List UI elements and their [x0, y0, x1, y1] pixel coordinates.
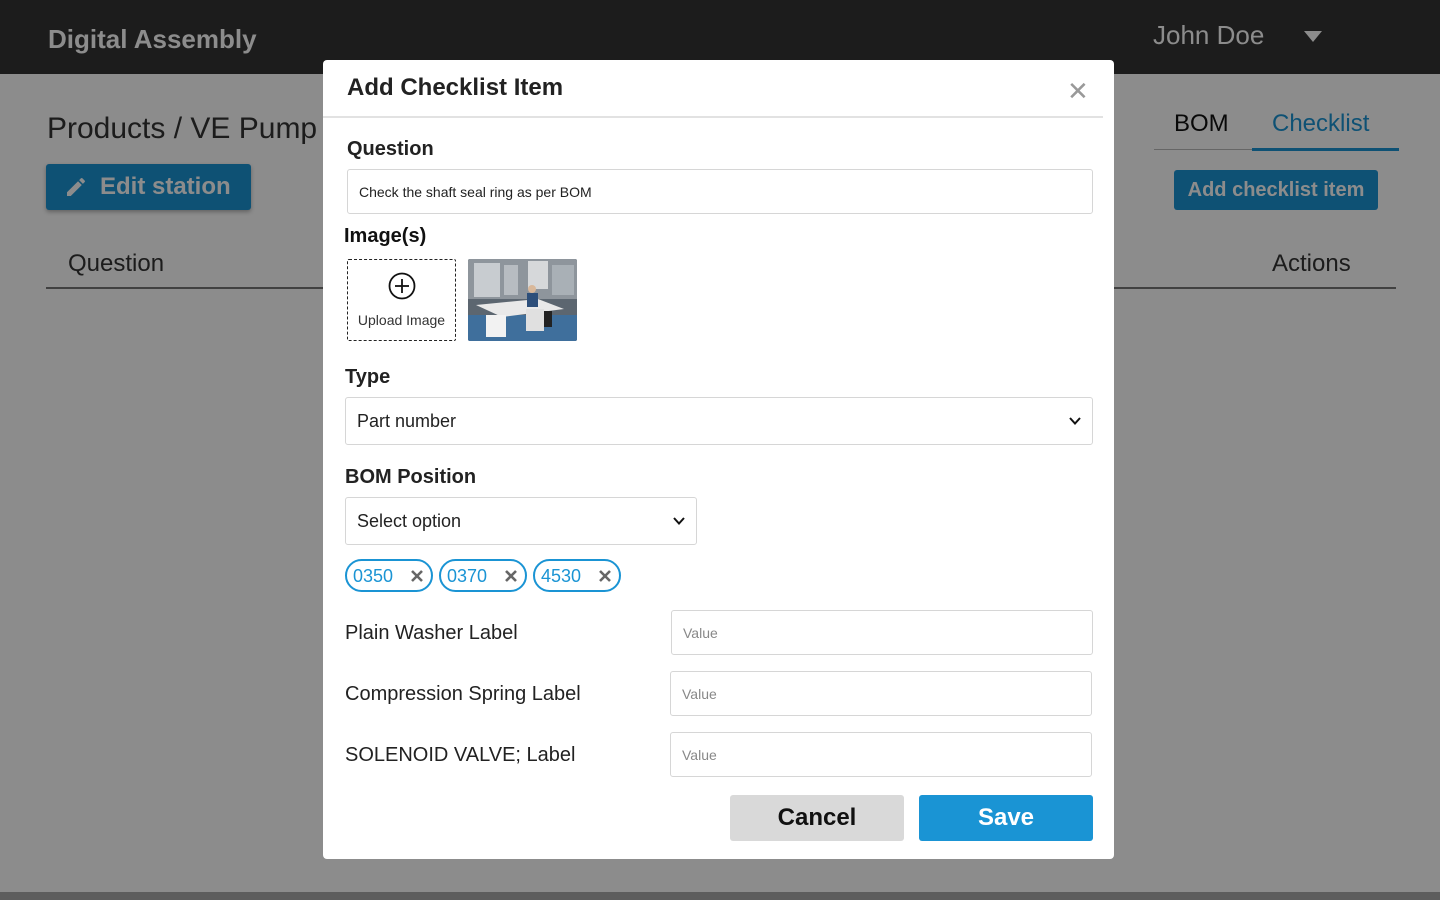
uploaded-image-thumbnail[interactable] — [468, 259, 577, 341]
remove-icon[interactable] — [410, 569, 424, 583]
bom-chip: 0370 — [439, 559, 527, 592]
chevron-down-icon — [673, 517, 685, 525]
upload-image-label: Upload Image — [357, 312, 446, 328]
upload-image-button[interactable]: Upload Image — [347, 259, 456, 341]
close-icon[interactable]: ✕ — [1067, 78, 1089, 104]
bom-chip-label: 0350 — [353, 566, 394, 586]
bom-chip: 4530 — [533, 559, 621, 592]
value-input[interactable] — [670, 732, 1092, 777]
bom-position-select-value: Select option — [357, 511, 462, 531]
question-label: Question — [347, 138, 434, 160]
bom-position-select[interactable]: Select option — [345, 497, 697, 545]
value-input[interactable] — [671, 610, 1093, 655]
add-checklist-item-dialog: Add Checklist Item ✕ Question Image(s) U… — [323, 60, 1114, 859]
remove-icon[interactable] — [598, 569, 612, 583]
field-label: SOLENOID VALVE; Label — [345, 744, 576, 766]
bom-chip-label: 0370 — [447, 566, 488, 586]
remove-icon[interactable] — [504, 569, 518, 583]
chevron-down-icon — [1069, 417, 1081, 425]
dialog-header-divider — [323, 116, 1103, 118]
bom-chip: 0350 — [345, 559, 433, 592]
plus-circle-icon — [388, 272, 416, 300]
images-label: Image(s) — [344, 225, 427, 247]
bom-chip-label: 4530 — [541, 566, 582, 586]
type-select-value: Part number — [357, 411, 457, 431]
value-input[interactable] — [670, 671, 1092, 716]
type-select[interactable]: Part number — [345, 397, 1093, 445]
dialog-title: Add Checklist Item — [347, 74, 564, 101]
save-button[interactable]: Save — [919, 795, 1093, 841]
type-label: Type — [345, 366, 391, 388]
field-label: Compression Spring Label — [345, 683, 581, 705]
bom-position-label: BOM Position — [345, 466, 477, 488]
field-label: Plain Washer Label — [345, 622, 518, 644]
cancel-button[interactable]: Cancel — [730, 795, 904, 841]
question-input[interactable] — [347, 169, 1093, 214]
